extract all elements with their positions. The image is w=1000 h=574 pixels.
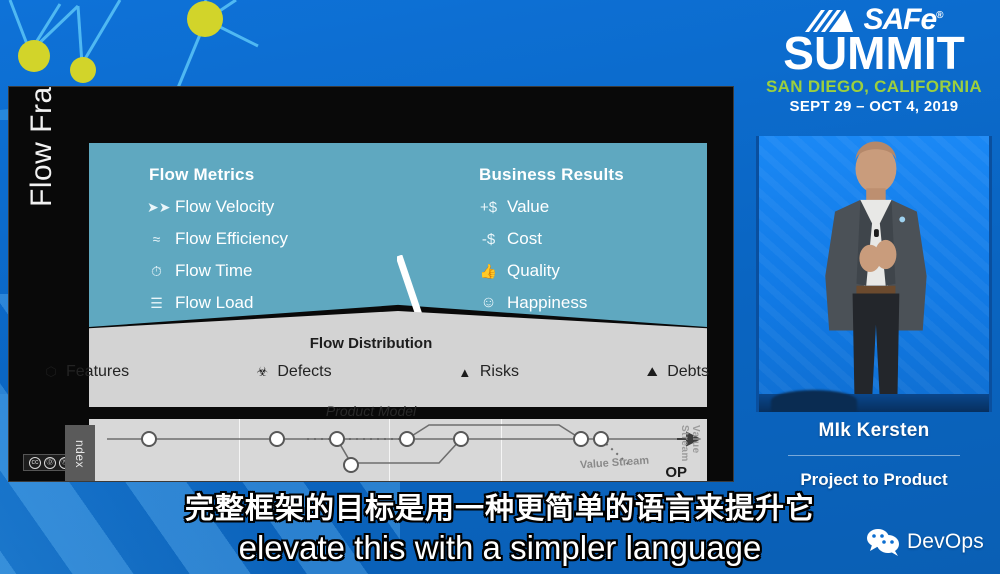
metric-item-flow-time: ⏱ Flow Time	[147, 261, 252, 281]
warning-triangle-icon: ▲	[458, 364, 472, 380]
result-item-quality: 👍 Quality	[479, 261, 560, 281]
result-label: Value	[507, 197, 550, 216]
metric-label: Flow Time	[175, 261, 253, 280]
distribution-label: Features	[66, 363, 130, 380]
result-item-value: +$ Value	[479, 197, 549, 217]
subtitle-block: 完整框架的目标是用一种更简单的语言来提升它 elevate this with …	[0, 492, 1000, 568]
screenshot-root: Flow Framework™ Flow Metrics ➤➤ Flow Vel…	[0, 0, 1000, 574]
smiley-icon: ☺	[480, 294, 497, 311]
distribution-label: Debts	[667, 363, 709, 380]
result-label: Happiness	[507, 293, 588, 312]
subtitle-chinese: 完整框架的目标是用一种更简单的语言来提升它	[184, 492, 816, 527]
speaker-figure	[825, 141, 927, 401]
business-results-heading: Business Results	[479, 165, 624, 184]
distribution-item-features: ⬡ Features	[43, 363, 129, 381]
presentation-slide: Flow Framework™ Flow Metrics ➤➤ Flow Vel…	[8, 86, 734, 482]
result-item-cost: -$ Cost	[479, 229, 542, 249]
result-label: Quality	[507, 261, 560, 280]
distribution-label: Defects	[277, 363, 332, 380]
flow-distribution-items: ⬡ Features ☣ Defects ▲ Risks ⛰ Debts	[43, 363, 709, 381]
distribution-label: Risks	[479, 363, 519, 380]
metric-label: Flow Velocity	[175, 197, 275, 216]
metric-item-flow-efficiency: ≈ Flow Efficiency	[147, 229, 288, 249]
value-stream-diagram	[107, 424, 702, 473]
divider	[788, 455, 960, 456]
op-label: OP	[665, 464, 687, 481]
speaker-talk-title: Project to Product	[800, 470, 948, 489]
safe-summit-branding: SAFe® SUMMIT SAN DIEGO, CALIFORNIA SEPT …	[748, 0, 1000, 132]
flow-distribution-heading: Flow Distribution	[309, 335, 433, 352]
flow-time-icon: ⏱	[151, 262, 162, 279]
event-dates: SEPT 29 – OCT 4, 2019	[789, 98, 959, 116]
flow-load-icon: ☰	[150, 294, 163, 311]
subtitle-english: elevate this with a simpler language	[238, 529, 762, 567]
metric-label: Flow Efficiency	[175, 229, 289, 248]
registered-mark: ®	[936, 9, 943, 21]
flow-distribution-band	[89, 311, 707, 407]
result-item-happiness: ☺ Happiness	[479, 293, 587, 313]
metric-item-flow-load: ☰ Flow Load	[147, 293, 253, 313]
debt-icon: ⛰	[646, 364, 658, 379]
distribution-item-defects: ☣ Defects	[254, 363, 332, 381]
flow-velocity-icon: ➤➤	[147, 198, 171, 215]
metric-item-flow-velocity: ➤➤ Flow Velocity	[147, 197, 274, 217]
bug-icon: ☣	[256, 364, 269, 379]
speaker-name: MIk Kersten	[818, 420, 930, 441]
thumbs-up-icon: 👍	[479, 262, 498, 279]
minus-dollar-icon: -$	[481, 230, 496, 248]
event-rail: SAFe® SUMMIT SAN DIEGO, CALIFORNIA SEPT …	[748, 0, 1000, 574]
slide-vertical-title: Flow Framework™	[25, 86, 59, 207]
distribution-item-risks: ▲ Risks	[457, 363, 519, 381]
value-stream-band: Value Stream Value Stream OP	[89, 419, 707, 481]
flow-efficiency-icon: ≈	[152, 231, 161, 247]
metric-label: Flow Load	[175, 293, 254, 312]
cube-icon: ⬡	[45, 364, 57, 379]
summit-wordmark: SUMMIT	[783, 27, 965, 79]
event-city: SAN DIEGO, CALIFORNIA	[766, 77, 982, 97]
distribution-item-debts: ⛰ Debts	[644, 363, 709, 381]
index-tab: ndex	[65, 425, 95, 481]
speaker-photo	[756, 136, 992, 412]
product-model-label: Product Model	[325, 403, 417, 419]
result-label: Cost	[507, 229, 542, 248]
plus-dollar-icon: +$	[479, 198, 498, 216]
vertical-title-text: Flow Framework	[25, 86, 58, 207]
flow-metrics-heading: Flow Metrics	[149, 165, 255, 184]
